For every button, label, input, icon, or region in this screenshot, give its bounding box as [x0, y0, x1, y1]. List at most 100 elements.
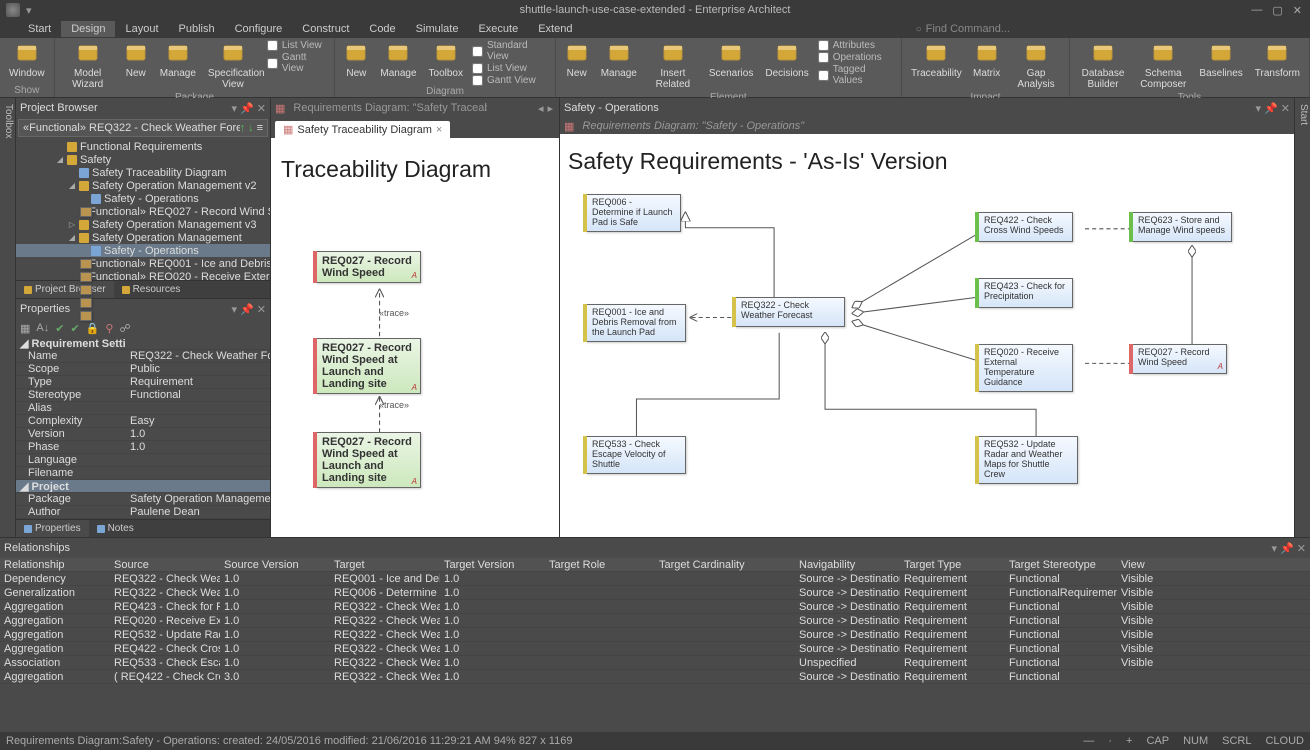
safety-operations-canvas[interactable]: Safety Requirements - 'As-Is' Version	[560, 134, 1294, 537]
zoom-out-icon[interactable]: —	[1083, 735, 1094, 747]
requirement-box[interactable]: REQ532 - Update Radar and Weather Maps f…	[978, 436, 1078, 484]
ribbon-model-wizard[interactable]: Model Wizard	[61, 40, 115, 92]
rel-header[interactable]: Relationship	[0, 559, 110, 571]
ribbon-schema-composer[interactable]: Schema Composer	[1136, 40, 1190, 92]
ribbon-new[interactable]: New	[341, 40, 371, 81]
menu-tab-start[interactable]: Start	[18, 21, 61, 37]
requirement-box[interactable]: REQ423 - Check for Precipitation	[978, 278, 1073, 308]
ribbon-check-gantt-view[interactable]: Gantt View	[472, 75, 549, 86]
rel-header[interactable]: Target	[330, 559, 440, 571]
rel-header[interactable]: View	[1117, 559, 1177, 571]
ribbon-check-list-view[interactable]: List View	[472, 63, 549, 74]
close-icon[interactable]: ✕	[257, 102, 266, 115]
maximize-button[interactable]: ▢	[1272, 4, 1282, 17]
tree-node[interactable]: Safety Traceability Diagram	[16, 166, 270, 179]
ribbon-check-operations[interactable]: Operations	[818, 52, 895, 63]
ribbon-database-builder[interactable]: Database Builder	[1076, 40, 1130, 92]
tree-node[interactable]: Functional Requirements	[16, 140, 270, 153]
pin-icon[interactable]: ▾	[232, 102, 238, 115]
property-row[interactable]: Alias	[16, 402, 270, 415]
project-browser-combo[interactable]: «Functional» REQ322 - Check Weather Fore…	[18, 119, 268, 137]
property-row[interactable]: StereotypeFunctional	[16, 389, 270, 402]
properties-grid[interactable]: ◢ Requirement SettingsNameREQ322 - Check…	[16, 337, 270, 519]
pin-icon[interactable]: ⚲	[105, 322, 113, 335]
menu-tab-publish[interactable]: Publish	[169, 21, 225, 37]
start-sidebar[interactable]: Start	[1294, 98, 1310, 537]
nav-left-icon[interactable]: ◂	[538, 102, 544, 115]
toolbox-sidebar[interactable]: Toolbox	[0, 98, 16, 537]
tree-node[interactable]: ◢Safety	[16, 153, 270, 166]
close-tab-icon[interactable]: ×	[436, 124, 442, 136]
ribbon-manage[interactable]: Manage	[377, 40, 419, 81]
menu-tab-construct[interactable]: Construct	[292, 21, 359, 37]
property-row[interactable]: Phase1.0	[16, 441, 270, 454]
property-row[interactable]: AuthorPaulene Dean	[16, 506, 270, 519]
menu-tab-layout[interactable]: Layout	[115, 21, 168, 37]
relationship-row[interactable]: AggregationREQ020 - Receive External Te.…	[0, 614, 1310, 628]
rel-header[interactable]: Navigability	[795, 559, 900, 571]
requirement-box[interactable]: REQ006 - Determine if Launch Pad is Safe	[586, 194, 681, 232]
properties-toolbar[interactable]: ▦ A↓ ✔✔ 🔒 ⚲ ☍	[16, 319, 270, 337]
qat-dropdown[interactable]: ▾	[26, 4, 32, 17]
relationship-row[interactable]: Aggregation( REQ422 - Check Cross Wind .…	[0, 670, 1310, 684]
ribbon-decisions[interactable]: Decisions	[762, 40, 811, 81]
requirement-box[interactable]: REQ027 - Record Wind Speed at Launch and…	[316, 432, 421, 488]
tree-node[interactable]: Safety - Operations	[16, 244, 270, 257]
relationships-grid[interactable]: RelationshipSourceSource VersionTargetTa…	[0, 558, 1310, 732]
props-icon[interactable]: ▦	[20, 322, 30, 335]
lock-icon[interactable]: 🔒	[86, 322, 100, 335]
tree-node[interactable]: ◢Safety Operation Management	[16, 231, 270, 244]
ribbon-specification-view[interactable]: Specification View	[205, 40, 261, 92]
requirement-box[interactable]: REQ533 - Check Escape Velocity of Shuttl…	[586, 436, 686, 474]
property-row[interactable]: ScopePublic	[16, 363, 270, 376]
pb-tab[interactable]: Resources	[114, 281, 189, 298]
requirement-box[interactable]: REQ027 - Record Wind Speed at Launch and…	[316, 338, 421, 394]
ribbon-window[interactable]: Window	[6, 40, 48, 81]
ribbon-insert-related[interactable]: Insert Related	[646, 40, 700, 92]
ribbon-transform[interactable]: Transform	[1252, 40, 1303, 81]
props-tab[interactable]: Properties	[16, 520, 89, 537]
ribbon-check-standard-view[interactable]: Standard View	[472, 40, 549, 62]
relationship-row[interactable]: AggregationREQ532 - Update Radar and ...…	[0, 628, 1310, 642]
ribbon-toolbox[interactable]: Toolbox	[426, 40, 466, 81]
relationship-row[interactable]: AssociationREQ533 - Check Escape Veloci.…	[0, 656, 1310, 670]
relationship-row[interactable]: GeneralizationREQ322 - Check Weather For…	[0, 586, 1310, 600]
relationship-row[interactable]: AggregationREQ423 - Check for Precipitat…	[0, 600, 1310, 614]
requirement-box[interactable]: REQ623 - Store and Manage Wind speeds	[1132, 212, 1232, 242]
ribbon-gap-analysis[interactable]: Gap Analysis	[1009, 40, 1063, 92]
pb-tab[interactable]: Project Browser	[16, 281, 114, 298]
rel-header[interactable]: Target Stereotype	[1005, 559, 1117, 571]
rel-header[interactable]: Target Role	[545, 559, 655, 571]
menu-tab-execute[interactable]: Execute	[468, 21, 528, 37]
nav-right-icon[interactable]: ▸	[547, 102, 553, 115]
tree-node[interactable]: ▷Safety Operation Management v3	[16, 218, 270, 231]
minimize-button[interactable]: —	[1251, 4, 1262, 17]
requirement-box[interactable]: REQ020 - Receive External Temperature Gu…	[978, 344, 1073, 392]
traceability-canvas[interactable]: Traceability Diagram REQ027 - Record Win…	[271, 138, 559, 537]
zoom-in-icon[interactable]: +	[1126, 735, 1132, 747]
menu-tab-code[interactable]: Code	[359, 21, 405, 37]
rel-header[interactable]: Source	[110, 559, 220, 571]
menu-tab-configure[interactable]: Configure	[225, 21, 293, 37]
ribbon-baselines[interactable]: Baselines	[1196, 40, 1245, 81]
rel-header[interactable]: Target Version	[440, 559, 545, 571]
ribbon-check-list-view[interactable]: List View	[267, 40, 328, 51]
property-row[interactable]: Language	[16, 454, 270, 467]
requirement-box[interactable]: REQ422 - Check Cross Wind Speeds	[978, 212, 1073, 242]
ribbon-traceability[interactable]: Traceability	[908, 40, 964, 81]
project-browser-tree[interactable]: Functional Requirements◢SafetySafety Tra…	[16, 138, 270, 280]
ribbon-manage[interactable]: Manage	[598, 40, 640, 81]
tree-node[interactable]: Safety - Operations	[16, 192, 270, 205]
ribbon-new[interactable]: New	[562, 40, 592, 81]
ribbon-check-tagged-values[interactable]: Tagged Values	[818, 64, 895, 86]
ribbon-check-gantt-view[interactable]: Gantt View	[267, 52, 328, 74]
tree-node[interactable]: ◢Safety Operation Management v2	[16, 179, 270, 192]
tree-node[interactable]: «Functional» REQ001 - Ice and Debris	[16, 257, 270, 270]
property-row[interactable]: PackageSafety Operation Management	[16, 493, 270, 506]
menu-tab-extend[interactable]: Extend	[528, 21, 582, 37]
close-button[interactable]: ✕	[1293, 4, 1302, 17]
ribbon-check-attributes[interactable]: Attributes	[818, 40, 895, 51]
zoom-slider[interactable]: ·	[1108, 735, 1112, 747]
link-icon[interactable]: ☍	[119, 322, 130, 335]
menu-tab-simulate[interactable]: Simulate	[406, 21, 469, 37]
